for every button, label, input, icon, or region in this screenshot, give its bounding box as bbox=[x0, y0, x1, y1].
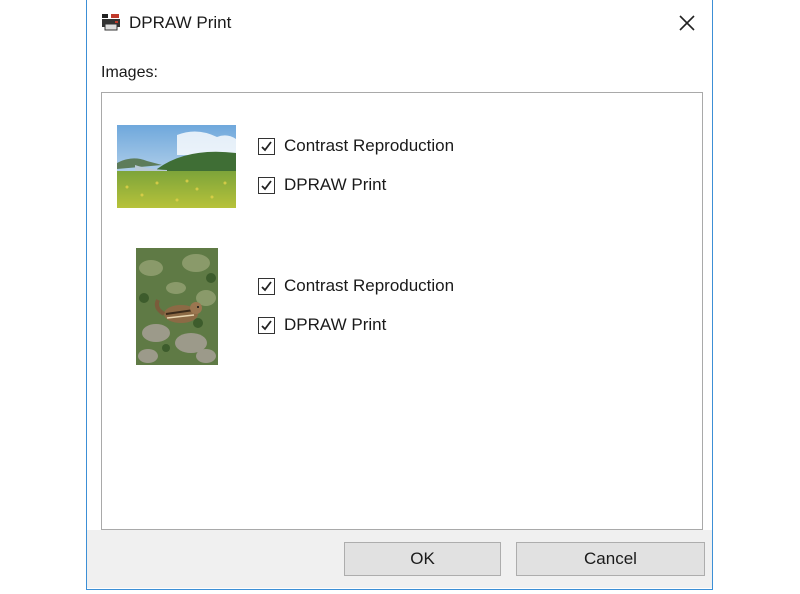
checkbox-box[interactable] bbox=[258, 176, 275, 194]
checkbox-box[interactable] bbox=[258, 277, 275, 295]
cancel-button[interactable]: Cancel bbox=[516, 542, 705, 576]
image1-contrast-reproduction-checkbox[interactable]: Contrast Reproduction bbox=[258, 135, 454, 157]
window-title: DPRAW Print bbox=[129, 13, 232, 32]
checkmark-icon bbox=[261, 140, 272, 151]
images-list[interactable]: Contrast Reproduction DPRAW Print Contra… bbox=[101, 92, 703, 530]
checkmark-icon bbox=[261, 280, 272, 291]
dpraw-print-dialog: DPRAW Print Images: Contrast Reproductio… bbox=[86, 0, 713, 590]
checkbox-box[interactable] bbox=[258, 137, 275, 155]
checkbox-label: Contrast Reproduction bbox=[284, 136, 455, 155]
checkmark-icon bbox=[261, 319, 272, 330]
landscape-thumbnail bbox=[117, 125, 236, 208]
checkbox-box[interactable] bbox=[258, 316, 275, 334]
button-bar: OK Cancel bbox=[87, 530, 712, 588]
close-icon bbox=[679, 15, 695, 31]
ok-button[interactable]: OK bbox=[344, 542, 501, 576]
image2-contrast-reproduction-checkbox[interactable]: Contrast Reproduction bbox=[258, 275, 454, 297]
printer-icon bbox=[101, 12, 121, 32]
close-button[interactable] bbox=[670, 6, 704, 40]
image2-dpraw-print-checkbox[interactable]: DPRAW Print bbox=[258, 314, 386, 336]
images-label: Images: bbox=[101, 64, 158, 81]
checkbox-label: DPRAW Print bbox=[284, 175, 387, 194]
chipmunk-thumbnail bbox=[136, 248, 218, 365]
title-bar: DPRAW Print bbox=[87, 0, 712, 46]
checkbox-label: DPRAW Print bbox=[284, 315, 387, 334]
checkmark-icon bbox=[261, 179, 272, 190]
checkbox-label: Contrast Reproduction bbox=[284, 276, 455, 295]
image1-dpraw-print-checkbox[interactable]: DPRAW Print bbox=[258, 174, 386, 196]
